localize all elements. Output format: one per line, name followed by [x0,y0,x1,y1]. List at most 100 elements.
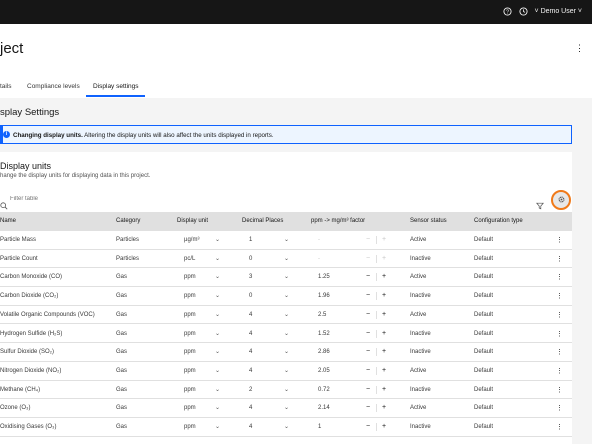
decimal-places-select[interactable]: 4 [249,424,252,430]
display-unit-select[interactable]: pc/L [184,256,195,262]
row-overflow-menu-icon[interactable]: ⋮ [556,255,563,263]
row-overflow-menu-icon[interactable]: ⋮ [556,311,563,319]
display-unit-select[interactable]: µg/m³ [184,237,199,243]
display-unit-select[interactable]: ppm [184,405,196,411]
factor-stepper[interactable]: - − + [318,234,392,246]
overflow-menu-icon[interactable]: ⋮ [575,43,584,54]
display-unit-select[interactable]: ppm [184,312,196,318]
chevron-down-icon[interactable]: ⌄ [215,348,220,355]
decimal-places-select[interactable]: 4 [249,349,252,355]
factor-stepper[interactable]: 1 − + [318,421,392,433]
display-unit-select[interactable]: ppm [184,274,196,280]
help-icon[interactable]: ? [503,6,513,16]
chevron-down-icon[interactable]: ⌄ [215,423,220,430]
decrement-button[interactable]: − [366,330,370,337]
decrement-button[interactable]: − [366,423,370,430]
chevron-down-icon[interactable]: ⌄ [284,386,289,393]
decrement-button[interactable]: − [366,404,370,411]
column-header-name[interactable]: Name [0,218,16,224]
decimal-places-select[interactable]: 0 [249,256,252,262]
factor-value[interactable]: 1.25 [318,274,330,280]
factor-stepper[interactable]: 2.14 − + [318,402,392,414]
display-unit-select[interactable]: ppm [184,368,196,374]
chevron-down-icon[interactable]: ⌄ [284,423,289,430]
factor-stepper[interactable]: 1.25 − + [318,271,392,283]
increment-button[interactable]: + [382,367,386,374]
chevron-down-icon[interactable]: ⌄ [284,404,289,411]
decrement-button[interactable]: − [366,255,370,262]
decimal-places-select[interactable]: 4 [249,331,252,337]
row-overflow-menu-icon[interactable]: ⋮ [556,273,563,281]
factor-value[interactable]: 1 [318,424,321,430]
increment-button[interactable]: + [382,404,386,411]
column-header-decimal-places[interactable]: Decimal Places [242,218,283,224]
decrement-button[interactable]: − [366,292,370,299]
factor-stepper[interactable]: 2.05 − + [318,365,392,377]
tab-compliance-levels[interactable]: Compliance levels [27,83,80,90]
factor-stepper[interactable]: 2.86 − + [318,346,392,358]
display-unit-select[interactable]: ppm [184,331,196,337]
display-unit-select[interactable]: ppm [184,293,196,299]
chevron-down-icon[interactable]: ⌄ [215,404,220,411]
factor-stepper[interactable]: 2.5 − + [318,309,392,321]
row-overflow-menu-icon[interactable]: ⋮ [556,423,563,431]
decrement-button[interactable]: − [366,386,370,393]
increment-button[interactable]: + [382,423,386,430]
chevron-down-icon[interactable]: ⌄ [284,273,289,280]
column-header-factor[interactable]: ppm -> mg/m³ factor [311,218,365,224]
increment-button[interactable]: + [382,330,386,337]
chevron-down-icon[interactable]: ⌄ [215,236,220,243]
chevron-down-icon[interactable]: ⌄ [215,386,220,393]
display-unit-select[interactable]: ppm [184,349,196,355]
chevron-down-icon[interactable]: ⌄ [284,348,289,355]
decrement-button[interactable]: − [366,348,370,355]
factor-stepper[interactable]: - − + [318,253,392,265]
tab-details[interactable]: tails [0,83,12,90]
decimal-places-select[interactable]: 4 [249,405,252,411]
tab-display-settings[interactable]: Display settings [93,83,139,90]
factor-stepper[interactable]: 1.52 − + [318,328,392,340]
row-overflow-menu-icon[interactable]: ⋮ [556,292,563,300]
clock-icon[interactable] [519,6,529,16]
table-settings-button[interactable] [551,190,571,210]
factor-value[interactable]: 1.96 [318,293,330,299]
column-header-category[interactable]: Category [116,218,140,224]
column-header-display-unit[interactable]: Display unit [177,218,208,224]
factor-stepper[interactable]: 1.96 − + [318,290,392,302]
increment-button[interactable]: + [382,255,386,262]
chevron-down-icon[interactable]: ⌄ [215,292,220,299]
column-header-configuration-type[interactable]: Configuration type [474,218,523,224]
factor-value[interactable]: 0.72 [318,387,330,393]
increment-button[interactable]: + [382,348,386,355]
column-header-sensor-status[interactable]: Sensor status [410,218,447,224]
decimal-places-select[interactable]: 2 [249,387,252,393]
user-menu[interactable]: ˅ Demo User ˅ [535,8,582,15]
decrement-button[interactable]: − [366,311,370,318]
decrement-button[interactable]: − [366,273,370,280]
increment-button[interactable]: + [382,236,386,243]
chevron-down-icon[interactable]: ⌄ [215,273,220,280]
chevron-down-icon[interactable]: ⌄ [284,255,289,262]
increment-button[interactable]: + [382,386,386,393]
decimal-places-select[interactable]: 3 [249,274,252,280]
row-overflow-menu-icon[interactable]: ⋮ [556,367,563,375]
factor-value[interactable]: 2.5 [318,312,326,318]
decimal-places-select[interactable]: 4 [249,368,252,374]
chevron-down-icon[interactable]: ⌄ [215,255,220,262]
increment-button[interactable]: + [382,292,386,299]
chevron-down-icon[interactable]: ⌄ [284,330,289,337]
row-overflow-menu-icon[interactable]: ⋮ [556,386,563,394]
row-overflow-menu-icon[interactable]: ⋮ [556,404,563,412]
row-overflow-menu-icon[interactable]: ⋮ [556,348,563,356]
factor-stepper[interactable]: 0.72 − + [318,384,392,396]
increment-button[interactable]: + [382,273,386,280]
factor-value[interactable]: 2.05 [318,368,330,374]
factor-value[interactable]: 2.14 [318,405,330,411]
chevron-down-icon[interactable]: ⌄ [215,330,220,337]
chevron-down-icon[interactable]: ⌄ [215,311,220,318]
chevron-down-icon[interactable]: ⌄ [284,292,289,299]
decrement-button[interactable]: − [366,236,370,243]
decimal-places-select[interactable]: 0 [249,293,252,299]
decimal-places-select[interactable]: 4 [249,312,252,318]
decimal-places-select[interactable]: 1 [249,237,252,243]
